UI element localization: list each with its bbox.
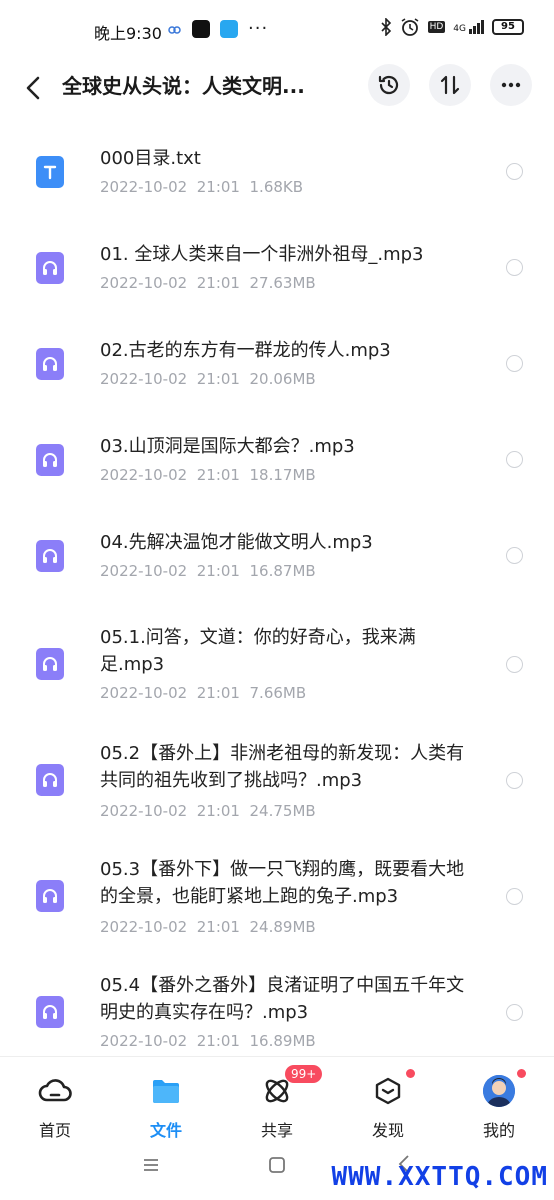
file-name: 05.4【番外之番外】良渚证明了中国五千年文明史的真实存在吗？.mp3 <box>100 975 465 1023</box>
list-item[interactable]: 000目录.txt 2022-10-02 21:01 1.68KB <box>0 120 554 230</box>
status-bar: 晚上9:30 ··· HD 4G 95 <box>0 0 554 60</box>
cloud-home-icon <box>38 1079 72 1102</box>
cube-discover-icon <box>375 1077 401 1105</box>
discover-dot <box>406 1069 415 1078</box>
bluetooth-icon <box>381 18 391 36</box>
nav-discover[interactable]: 发现 <box>348 1069 428 1141</box>
text-file-icon <box>36 156 64 188</box>
battery-indicator: 95 <box>492 19 524 35</box>
nav-files-label: 文件 <box>149 1121 182 1140</box>
select-radio[interactable] <box>506 547 523 564</box>
file-name: 05.1.问答，文道：你的好奇心，我来满足.mp3 <box>100 627 416 675</box>
select-radio[interactable] <box>506 1004 523 1021</box>
signal-icon: 4G <box>453 20 484 34</box>
nav-home[interactable]: 首页 <box>15 1075 95 1141</box>
file-name: 02.古老的东方有一群龙的传人.mp3 <box>100 340 391 361</box>
file-name: 01. 全球人类来自一个非洲外祖母_.mp3 <box>100 244 424 265</box>
watermark: WWW.XXTTQ.COM <box>331 1162 548 1192</box>
nav-share-label: 共享 <box>260 1121 293 1140</box>
select-radio[interactable] <box>506 259 523 276</box>
nav-discover-label: 发现 <box>371 1121 404 1140</box>
list-item[interactable]: 05.2【番外上】非洲老祖母的新发现：人类有共同的祖先收到了挑战吗？.mp3 2… <box>0 722 554 838</box>
back-arrow-icon <box>26 76 40 100</box>
select-radio[interactable] <box>506 772 523 789</box>
file-meta: 2022-10-02 21:01 27.63MB <box>100 274 316 292</box>
home-square-icon[interactable] <box>268 1156 286 1174</box>
file-name: 04.先解决温饱才能做文明人.mp3 <box>100 532 373 553</box>
system-nav-bar: WWW.XXTTQ.COM <box>0 1144 554 1200</box>
file-name: 05.2【番外上】非洲老祖母的新发现：人类有共同的祖先收到了挑战吗？.mp3 <box>100 743 465 791</box>
hd-icon: HD <box>427 21 446 33</box>
list-item[interactable]: 03.山顶洞是国际大都会？.mp3 2022-10-02 21:01 18.17… <box>0 408 554 504</box>
select-radio[interactable] <box>506 163 523 180</box>
select-radio[interactable] <box>506 355 523 372</box>
avatar <box>483 1075 515 1107</box>
file-meta: 2022-10-02 21:01 24.89MB <box>100 918 316 936</box>
list-item[interactable]: 05.3【番外下】做一只飞翔的鹰，既要看大地的全景，也能盯紧地上跑的兔子.mp3… <box>0 838 554 954</box>
file-meta: 2022-10-02 21:01 16.89MB <box>100 1032 316 1050</box>
menu-icon[interactable] <box>142 1156 160 1174</box>
file-name: 03.山顶洞是国际大都会？.mp3 <box>100 436 355 457</box>
audio-file-icon <box>36 880 64 912</box>
alarm-icon <box>401 18 419 36</box>
status-time: 晚上9:30 <box>94 24 162 43</box>
audio-file-icon <box>36 444 64 476</box>
more-dots-icon <box>501 82 521 88</box>
mine-dot <box>517 1069 526 1078</box>
audio-file-icon <box>36 252 64 284</box>
nav-home-label: 首页 <box>38 1121 71 1140</box>
history-button[interactable] <box>368 64 410 106</box>
app-notification-icon <box>220 19 238 38</box>
list-item[interactable]: 05.1.问答，文道：你的好奇心，我来满足.mp3 2022-10-02 21:… <box>0 600 554 716</box>
more-button[interactable] <box>490 64 532 106</box>
file-name: 000目录.txt <box>100 148 201 169</box>
file-meta: 2022-10-02 21:01 20.06MB <box>100 370 316 388</box>
audio-file-icon <box>36 540 64 572</box>
list-item[interactable]: 02.古老的东方有一群龙的传人.mp3 2022-10-02 21:01 20.… <box>0 312 554 408</box>
nav-share[interactable]: 99+ 共享 <box>237 1065 323 1141</box>
select-radio[interactable] <box>506 888 523 905</box>
nav-files[interactable]: 文件 <box>126 1075 206 1141</box>
file-meta: 2022-10-02 21:01 16.87MB <box>100 562 316 580</box>
audio-file-icon <box>36 764 64 796</box>
file-list: 000目录.txt 2022-10-02 21:01 1.68KB 01. 全球… <box>0 120 554 1056</box>
audio-file-icon <box>36 996 64 1028</box>
list-item[interactable]: 01. 全球人类来自一个非洲外祖母_.mp3 2022-10-02 21:01 … <box>0 216 554 312</box>
list-item[interactable]: 04.先解决温饱才能做文明人.mp3 2022-10-02 21:01 16.8… <box>0 504 554 600</box>
bottom-nav: 首页 文件 99+ 共享 发现 我的 <box>0 1056 554 1144</box>
history-icon <box>378 75 399 95</box>
more-notifications-icon: ··· <box>248 18 269 39</box>
folder-icon <box>153 1080 179 1103</box>
share-badge: 99+ <box>285 1065 323 1083</box>
audio-file-icon <box>36 348 64 380</box>
tiktok-icon <box>192 19 210 38</box>
file-meta: 2022-10-02 21:01 24.75MB <box>100 802 316 820</box>
file-meta: 2022-10-02 21:01 18.17MB <box>100 466 316 484</box>
select-radio[interactable] <box>506 451 523 468</box>
list-item[interactable]: 05.4【番外之番外】良渚证明了中国五千年文明史的真实存在吗？.mp3 2022… <box>0 954 554 1056</box>
nav-mine-label: 我的 <box>482 1121 515 1140</box>
sort-button[interactable] <box>429 64 471 106</box>
cloud-sync-icon <box>168 25 181 34</box>
audio-file-icon <box>36 648 64 680</box>
back-button[interactable] <box>18 72 50 104</box>
header-bar: 全球史从头说：人类文明... <box>0 60 554 116</box>
nav-mine[interactable]: 我的 <box>459 1069 539 1141</box>
file-name: 05.3【番外下】做一只飞翔的鹰，既要看大地的全景，也能盯紧地上跑的兔子.mp3 <box>100 859 465 907</box>
sort-icon <box>440 75 460 95</box>
file-meta: 2022-10-02 21:01 1.68KB <box>100 178 304 196</box>
file-meta: 2022-10-02 21:01 7.66MB <box>100 684 307 702</box>
select-radio[interactable] <box>506 656 523 673</box>
page-title: 全球史从头说：人类文明... <box>62 74 305 98</box>
